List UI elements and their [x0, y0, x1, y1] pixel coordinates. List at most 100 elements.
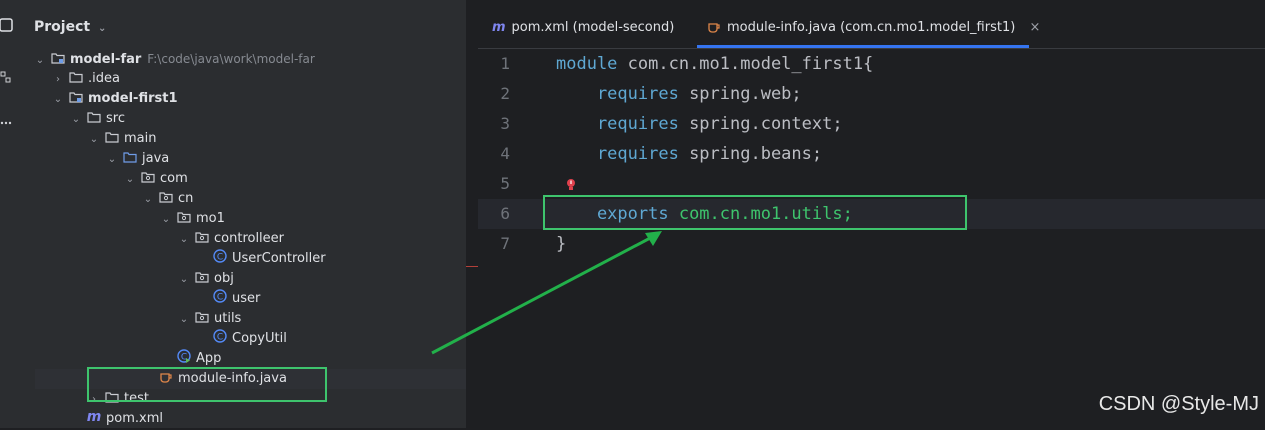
- tree-item-label: cn: [178, 191, 194, 206]
- tree-item-label: CopyUtil: [232, 331, 287, 346]
- code-keyword: module: [556, 54, 618, 74]
- tree-item[interactable]: ⌄ cn: [141, 189, 194, 210]
- module-folder-icon: [69, 90, 83, 103]
- tree-item[interactable]: › .idea: [51, 69, 120, 89]
- chevron-down-icon[interactable]: ⌄: [177, 270, 191, 290]
- code-line[interactable]: requires spring.context;: [556, 109, 843, 139]
- close-icon[interactable]: ×: [1029, 20, 1040, 35]
- chevron-right-icon[interactable]: ›: [51, 70, 65, 90]
- tree-item[interactable]: ⌄ utils: [177, 309, 242, 330]
- tree-item-label: model-first1: [88, 91, 178, 106]
- code-text: }: [556, 234, 567, 254]
- panel-divider[interactable]: [466, 0, 478, 428]
- maven-icon: m: [87, 409, 102, 425]
- active-tab-indicator: [697, 45, 1029, 48]
- tree-item[interactable]: ⌄ java: [105, 149, 169, 169]
- tree-item[interactable]: C CopyUtil: [195, 329, 287, 349]
- more-tools-icon[interactable]: [0, 112, 14, 126]
- module-folder-icon: [51, 51, 65, 64]
- tab-pom-xml[interactable]: m pom.xml (model-second): [492, 16, 674, 40]
- tree-item[interactable]: ⌄ model-far F:\code\java\work\model-far: [33, 49, 315, 69]
- chevron-down-icon[interactable]: ⌄: [141, 190, 155, 210]
- tree-item-label: utils: [214, 311, 242, 326]
- tree-item[interactable]: ⌄ controlleer: [177, 229, 284, 249]
- tool-window-strip: [0, 0, 18, 428]
- class-icon: C: [213, 289, 227, 303]
- chevron-down-icon[interactable]: ⌄: [177, 310, 191, 330]
- package-icon: [141, 170, 155, 183]
- chevron-down-icon[interactable]: ⌄: [51, 90, 65, 110]
- watermark: CSDN @Style-MJ: [1098, 393, 1259, 415]
- code-text: spring.context;: [678, 114, 843, 134]
- chevron-down-icon[interactable]: ⌄: [69, 110, 83, 130]
- tree-item[interactable]: ⌄ mo1: [159, 209, 225, 229]
- svg-text:C: C: [217, 293, 223, 303]
- source-folder-icon: [123, 150, 137, 163]
- tree-item-label: obj: [214, 271, 234, 286]
- line-number: 4: [500, 144, 510, 163]
- project-tool-icon[interactable]: [0, 18, 14, 32]
- tab-label: pom.xml (model-second): [511, 20, 675, 35]
- tree-item-label: java: [142, 151, 170, 166]
- tree-item-label: UserController: [232, 251, 326, 266]
- tree-item[interactable]: ⌄ src: [69, 109, 125, 129]
- chevron-down-icon[interactable]: ⌄: [177, 230, 191, 250]
- tree-item[interactable]: C UserController: [195, 249, 326, 269]
- project-header[interactable]: Project ⌄: [34, 19, 106, 35]
- line-number: 1: [500, 54, 510, 73]
- tree-item[interactable]: ⌄ main: [87, 129, 157, 150]
- tree-item-label: com: [160, 171, 188, 186]
- maven-icon: m: [492, 20, 506, 35]
- tree-item-label: controlleer: [214, 231, 285, 246]
- tree-item-label: main: [124, 131, 157, 146]
- line-number: 7: [500, 234, 510, 253]
- chevron-down-icon[interactable]: ⌄: [159, 210, 173, 230]
- class-icon: C: [213, 329, 227, 343]
- code-line[interactable]: requires spring.beans;: [556, 139, 822, 169]
- line-number: 5: [500, 174, 510, 193]
- package-icon: [177, 210, 191, 223]
- tree-item[interactable]: C App: [159, 349, 221, 369]
- tree-item[interactable]: Cuser: [195, 289, 260, 309]
- tree-item-label: mo1: [196, 211, 225, 226]
- svg-text:m: m: [87, 409, 101, 423]
- folder-icon: [105, 130, 119, 143]
- exports-highlight-box: [543, 195, 967, 230]
- chevron-down-icon[interactable]: ⌄: [33, 51, 47, 71]
- java-file-icon: [707, 18, 721, 42]
- editor-tab-bar: m pom.xml (model-second) module-info.java…: [478, 0, 1265, 49]
- tree-item[interactable]: m pom.xml: [69, 409, 163, 429]
- line-number: 6: [500, 204, 510, 223]
- line-number: 3: [500, 114, 510, 133]
- tree-item-label: .idea: [88, 71, 120, 86]
- package-icon: [195, 310, 209, 323]
- tree-item[interactable]: ⌄ obj: [177, 269, 234, 289]
- code-text: spring.web;: [678, 84, 802, 104]
- chevron-down-icon[interactable]: ⌄: [105, 150, 119, 170]
- code-keyword: requires: [556, 114, 679, 134]
- tree-item[interactable]: ⌄ model-first1: [51, 89, 178, 109]
- tree-item-path: F:\code\java\work\model-far: [147, 52, 315, 66]
- code-line[interactable]: module com.cn.mo1.model_first1{: [556, 49, 873, 79]
- project-panel: Project ⌄ ⌄ model-far F:\code\java\work\mo…: [18, 0, 466, 428]
- tree-item[interactable]: ⌄ com: [123, 169, 188, 189]
- project-title: Project: [34, 19, 91, 35]
- folder-icon: [87, 110, 101, 123]
- code-line[interactable]: }: [556, 229, 566, 259]
- chevron-down-icon[interactable]: ⌄: [123, 170, 137, 190]
- code-keyword: requires: [556, 144, 679, 164]
- tree-item-label: App: [196, 351, 222, 366]
- chevron-down-icon[interactable]: ⌄: [98, 23, 106, 34]
- line-number: 2: [500, 84, 510, 103]
- tree-item-label: src: [106, 111, 125, 126]
- tab-module-info[interactable]: module-info.java (com.cn.mo1.model_first…: [707, 16, 1040, 40]
- svg-text:C: C: [217, 333, 223, 343]
- chevron-down-icon[interactable]: ⌄: [87, 130, 101, 150]
- intention-bulb-icon[interactable]: [565, 177, 577, 196]
- code-line[interactable]: requires spring.web;: [556, 79, 802, 109]
- tree-item-label: model-far: [70, 52, 142, 67]
- tab-label: module-info.java (com.cn.mo1.model_first…: [727, 20, 1016, 35]
- structure-tool-icon[interactable]: [0, 70, 14, 84]
- package-icon: [159, 190, 173, 203]
- class-icon: C: [213, 249, 227, 263]
